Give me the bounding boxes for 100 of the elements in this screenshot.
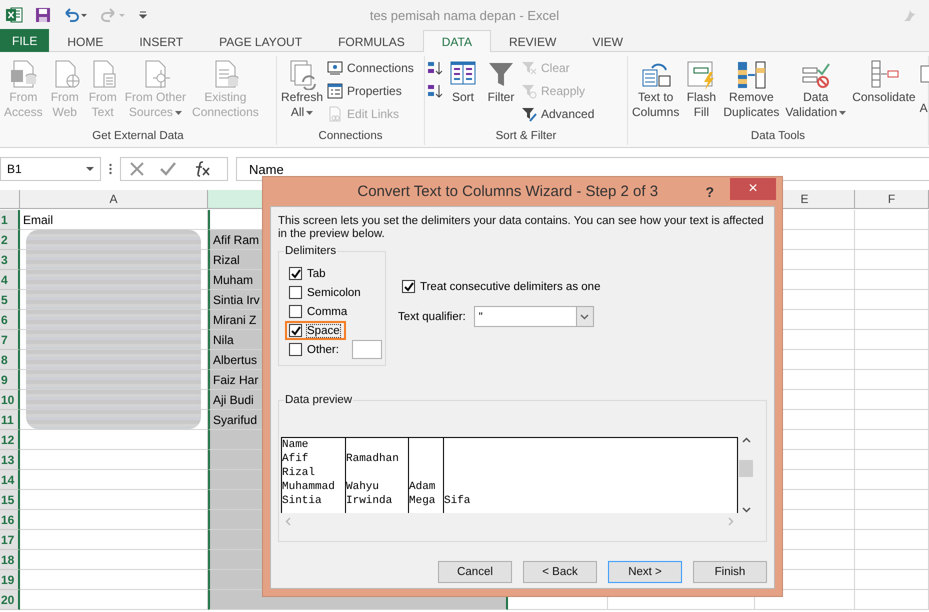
ribbon-tab[interactable]: VIEW: [574, 30, 641, 53]
checkbox[interactable]: [289, 286, 302, 299]
checkmark-icon: [290, 268, 300, 278]
checkbox-label: Tab: [307, 268, 326, 280]
checkbox-label: Comma: [307, 306, 348, 318]
table-cell: [208, 510, 262, 530]
row-header[interactable]: 9: [0, 370, 20, 390]
ribbon-button[interactable]: Flash Fill: [683, 56, 720, 130]
table-cell: [208, 590, 262, 610]
excel-logo-icon: [6, 7, 23, 23]
row-header[interactable]: 10: [0, 390, 20, 410]
preview-cell: Muhammad: [282, 481, 335, 493]
row-header[interactable]: 20: [0, 590, 20, 610]
dialog-button[interactable]: Finish: [693, 561, 767, 583]
ribbon-tab[interactable]: DATA: [422, 30, 491, 53]
row-header[interactable]: 13: [0, 450, 20, 470]
ribbon-button[interactable]: Connections: [327, 58, 414, 78]
checkbox[interactable]: [289, 305, 302, 318]
ribbon-button[interactable]: Sort: [445, 56, 481, 130]
checkbox[interactable]: [402, 280, 415, 293]
table-cell: Nila: [208, 330, 262, 350]
row-header[interactable]: 17: [0, 530, 20, 550]
ribbon-tab[interactable]: REVIEW: [490, 30, 574, 53]
save-icon[interactable]: [35, 7, 51, 23]
group-label: Sort & Filter: [494, 130, 558, 144]
ribbon-button[interactable]: Filter: [483, 56, 519, 130]
row-header[interactable]: 16: [0, 510, 20, 530]
row-header[interactable]: 7: [0, 330, 20, 350]
chevron-down-icon[interactable]: [742, 507, 750, 513]
preview-cell: Wahyu: [346, 481, 380, 493]
checkbox[interactable]: [289, 324, 302, 337]
close-button[interactable]: ×: [730, 178, 776, 200]
sort-ascending-icon: [427, 60, 443, 76]
row-header[interactable]: 19: [0, 570, 20, 590]
help-button[interactable]: ?: [705, 184, 714, 200]
ribbon-button[interactable]: Consolidate: [850, 56, 918, 130]
row-header[interactable]: 11: [0, 410, 20, 430]
row-header[interactable]: 15: [0, 490, 20, 510]
file-tab[interactable]: FILE: [0, 29, 50, 52]
row-header[interactable]: 12: [0, 430, 20, 450]
table-cell: [208, 570, 262, 590]
name-box[interactable]: B1: [0, 157, 101, 181]
row-header[interactable]: 8: [0, 350, 20, 370]
link-page-icon: [327, 106, 344, 122]
preview-cell: Mega: [409, 495, 436, 507]
undo-icon[interactable]: [63, 7, 89, 23]
row-header[interactable]: 5: [0, 290, 20, 310]
row-header[interactable]: 1: [0, 210, 20, 230]
ribbon-button[interactable]: Remove Duplicates: [721, 56, 782, 130]
row-header[interactable]: 4: [0, 270, 20, 290]
dropdown-field[interactable]: ": [474, 306, 594, 327]
ribbon-button[interactable]: Refresh All: [279, 56, 326, 130]
cancel-icon[interactable]: [129, 161, 145, 177]
ribbon-tab[interactable]: HOME: [49, 30, 122, 53]
row-header[interactable]: 3: [0, 250, 20, 270]
column-header[interactable]: F: [855, 190, 929, 209]
table-cell: [208, 530, 262, 550]
table-cell: [208, 490, 262, 510]
bird-icon: [903, 8, 917, 22]
checkbox-label: Other:: [307, 344, 339, 356]
reapply-filter-icon: [521, 83, 537, 99]
table-cell: Muham: [208, 270, 262, 290]
checkbox-label: Space: [307, 324, 340, 336]
ribbon-tab[interactable]: PAGE LAYOUT: [201, 30, 320, 53]
ribbon-button[interactable]: Data Validation: [783, 56, 848, 130]
ribbon-button[interactable]: Advanced: [521, 104, 594, 124]
column-header[interactable]: A: [20, 190, 208, 209]
ribbon-button[interactable]: Text to Columns: [630, 56, 682, 130]
ribbon-tab[interactable]: INSERT: [121, 30, 202, 53]
table-cell: [208, 470, 262, 490]
ribbon-button[interactable]: A: [920, 56, 929, 130]
dropdown-icon: [86, 167, 94, 171]
preview-cell: Irwinda: [346, 495, 392, 507]
row-header[interactable]: 18: [0, 550, 20, 570]
group-label: Connections: [318, 130, 384, 144]
row-header[interactable]: 2: [0, 230, 20, 250]
group-label: Delimiters: [284, 245, 338, 257]
scrollbar-thumb[interactable]: [739, 460, 753, 476]
checkmark-icon: [290, 326, 300, 336]
ribbon-tab[interactable]: FORMULAS: [320, 30, 423, 53]
row-header[interactable]: 14: [0, 470, 20, 490]
dialog-button[interactable]: Next >: [608, 561, 682, 583]
enter-icon[interactable]: [159, 161, 177, 177]
table-cell: Afif Ram: [208, 230, 262, 250]
table-cell: Rizal: [208, 250, 262, 270]
checkbox[interactable]: [289, 267, 302, 280]
dialog-button[interactable]: Cancel: [438, 561, 512, 583]
field-label: Text qualifier:: [398, 310, 466, 322]
table-cell: Syarifud: [208, 410, 262, 430]
row-header[interactable]: 6: [0, 310, 20, 330]
clear-filter-icon: [521, 60, 537, 76]
dialog-button[interactable]: < Back: [523, 561, 597, 583]
chevron-up-icon[interactable]: [742, 437, 750, 443]
checkbox[interactable]: [289, 343, 302, 356]
ribbon-button[interactable]: Properties: [327, 81, 414, 101]
preview-cell: Adam: [409, 481, 436, 493]
input-field[interactable]: [352, 340, 382, 359]
checkbox-label: Treat consecutive delimiters as one: [420, 280, 600, 292]
preview-cell: Name: [282, 439, 308, 451]
customize-toolbar-icon[interactable]: [139, 11, 147, 19]
